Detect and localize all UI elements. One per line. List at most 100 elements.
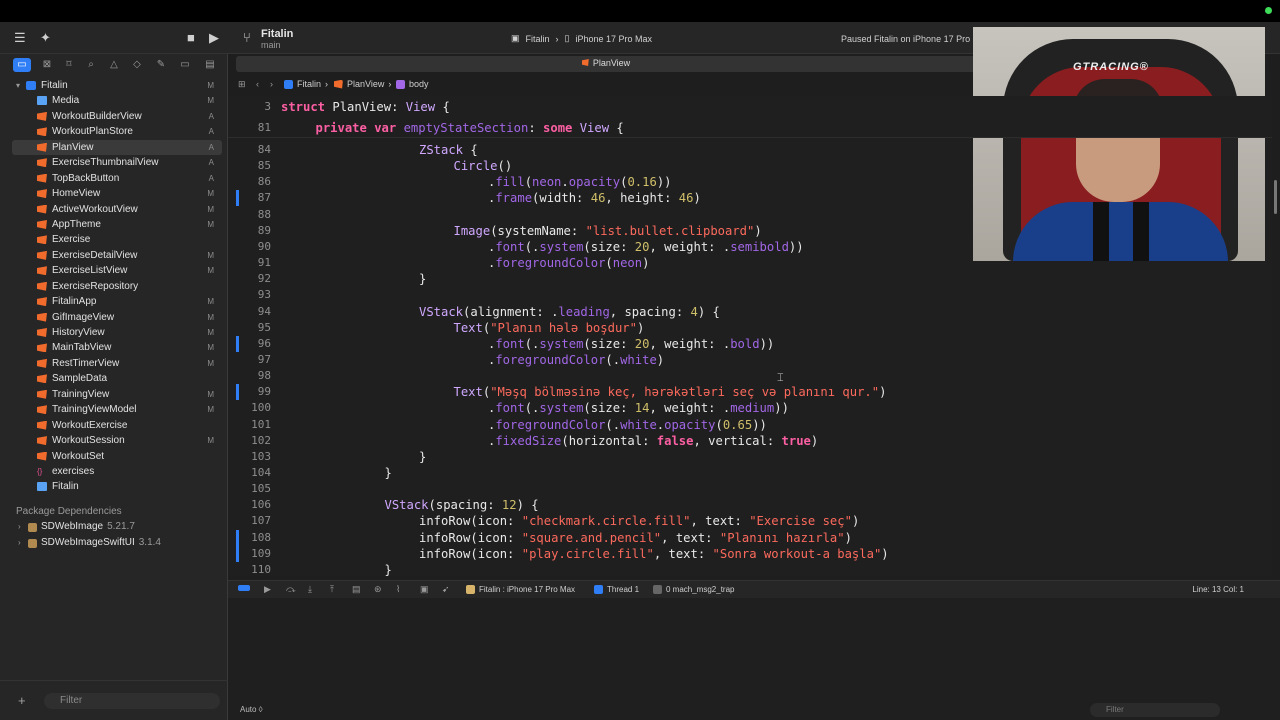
sidebar-item-topbackbutton[interactable]: TopBackButton A	[0, 171, 228, 186]
sidebar-item-trainingviewmodel[interactable]: TrainingViewModel M	[0, 402, 228, 417]
disclosure-icon[interactable]: ▾	[16, 78, 20, 93]
disclosure-icon[interactable]: ›	[18, 538, 21, 547]
code-line[interactable]: 105	[228, 481, 1272, 497]
sidebar-item-sampledata[interactable]: SampleData	[0, 371, 228, 386]
sidebar-item-exercise[interactable]: Exercise	[0, 232, 228, 247]
debug-icon[interactable]: ✎	[154, 58, 168, 72]
status-badge: M	[207, 96, 214, 106]
scheme-target: Fitalin	[525, 33, 550, 44]
debug-frame[interactable]: 0 mach_msg2_trap	[653, 585, 734, 594]
code-line[interactable]: 104}	[228, 465, 1272, 481]
breakpoint-icon[interactable]: ▭	[178, 58, 192, 72]
sidebar-item-workoutbuilderview[interactable]: WorkoutBuilderView A	[0, 109, 228, 124]
memory-graph-icon[interactable]: ⊛	[374, 585, 382, 594]
step-over-icon[interactable]: ⤼	[286, 585, 296, 594]
sidebar-item-maintabview[interactable]: MainTabView M	[0, 340, 228, 355]
environment-icon[interactable]: ⌇	[396, 585, 404, 594]
location-arrow-icon[interactable]: ➹	[442, 585, 450, 594]
step-into-icon[interactable]: ⤓	[308, 585, 316, 594]
sidebar-item-trainingview[interactable]: TrainingView M	[0, 387, 228, 402]
code-line[interactable]: 99 Text("Məşq bölməsinə keç, hərəkətləri …	[228, 384, 1272, 401]
code-line[interactable]: 3 struct PlanView: View {	[228, 99, 1272, 115]
package-item[interactable]: › SDWebImage 5.21.7	[0, 520, 228, 535]
breadcrumb-symbol[interactable]: body	[396, 79, 429, 89]
code-line[interactable]: 110}	[228, 562, 1272, 576]
sidebar-item-resttimerview[interactable]: RestTimerView M	[0, 356, 228, 371]
search-icon[interactable]: ⌕	[84, 58, 98, 72]
folder-icon[interactable]: ▭	[13, 58, 31, 72]
sidebar-item-label: WorkoutBuilderView	[52, 110, 142, 122]
breadcrumb-file[interactable]: PlanView ›	[334, 79, 391, 89]
sidebar-item-homeview[interactable]: HomeView M	[0, 186, 228, 201]
sidebar-item-planview[interactable]: PlanView A	[12, 139, 222, 156]
code-line[interactable]: 106 VStack(spacing: 12) {	[228, 497, 1272, 513]
code-text: Text("Planın hələ boşdur")	[453, 320, 645, 335]
simulate-location-icon[interactable]: ▣	[420, 585, 429, 594]
tree-root[interactable]: ▾ Fitalin M	[0, 78, 228, 93]
code-line[interactable]: 103}	[228, 449, 1272, 465]
sidebar-item-workoutset[interactable]: WorkoutSet	[0, 449, 228, 464]
code-line[interactable]: 94 VStack(alignment: .leading, spacing: 4…	[228, 304, 1272, 320]
debug-target[interactable]: Fitalin : iPhone 17 Pro Max	[466, 585, 575, 594]
forward-icon[interactable]: ›	[270, 79, 273, 89]
sidebar-item-activeworkoutview[interactable]: ActiveWorkoutView M	[0, 202, 228, 217]
sidebar-item-historyview[interactable]: HistoryView M	[0, 325, 228, 340]
code-line[interactable]: 97 .foregroundColor(.white)	[228, 352, 1272, 368]
sidebar-item-apptheme[interactable]: AppTheme M	[0, 217, 228, 232]
sidebar-item-gifimageview[interactable]: GifImageView M	[0, 310, 228, 325]
step-out-icon[interactable]: ⤒	[330, 585, 338, 594]
sidebar-item-exerciselistview[interactable]: ExerciseListView M	[0, 263, 228, 278]
code-line[interactable]: 96 .font(.system(size: 20, weight: .bold)…	[228, 335, 1272, 352]
source-control-icon[interactable]: ⊠	[40, 58, 54, 72]
code-line[interactable]: 107 infoRow(icon: "checkmark.circle.fill"…	[228, 513, 1272, 529]
code-line[interactable]: 108 infoRow(icon: "square.and.pencil", te…	[228, 529, 1272, 546]
add-icon[interactable]: +	[18, 693, 26, 708]
debug-thread[interactable]: Thread 1	[594, 585, 639, 594]
scheme-selector[interactable]: ▣ Fitalin › ▯ iPhone 17 Pro Max	[511, 33, 652, 44]
sidebar-item-fitalinapp[interactable]: FitalinApp M	[0, 294, 228, 309]
run-icon[interactable]: ▶	[209, 30, 219, 46]
breadcrumb-project[interactable]: Fitalin ›	[284, 79, 328, 89]
back-icon[interactable]: ‹	[256, 79, 259, 89]
toggle-console-icon[interactable]	[238, 585, 250, 591]
sidebar-item-exercisedetailview[interactable]: ExerciseDetailView M	[0, 248, 228, 263]
code-line[interactable]: 102 .fixedSize(horizontal: false, vertica…	[228, 433, 1272, 449]
sidebar-item-exercises[interactable]: {} exercises	[0, 464, 228, 479]
navigator-tabs: ▭ ⊠ ⌑ ⌕ △ ◇ ✎ ▭ ▤	[0, 56, 227, 76]
sidebar-item-workoutexercise[interactable]: WorkoutExercise	[0, 418, 228, 433]
editor-scrollbar[interactable]	[1274, 180, 1277, 214]
bookmark-icon[interactable]: ⌑	[62, 58, 76, 72]
code-line[interactable]: 92}	[228, 271, 1272, 287]
sidebar-item-fitalin[interactable]: Fitalin	[0, 479, 228, 494]
sidebar-item-workoutsession[interactable]: WorkoutSession M	[0, 433, 228, 448]
report-icon[interactable]: ▤	[203, 58, 217, 72]
sidebar-item-exercisethumbnailview[interactable]: ExerciseThumbnailView A	[0, 155, 228, 170]
test-icon[interactable]: ◇	[130, 58, 144, 72]
sidebar-item-exerciserepository[interactable]: ExerciseRepository	[0, 279, 228, 294]
sidebar-toggle-icon[interactable]: ☰	[14, 30, 26, 46]
console-filter-input[interactable]: Filter	[1090, 703, 1220, 717]
line-number: 94	[257, 304, 271, 318]
code-line[interactable]: 95 Text("Planın hələ boşdur")	[228, 320, 1272, 336]
code-line[interactable]: 93	[228, 287, 1272, 303]
ai-sparkle-icon[interactable]: ✦	[40, 30, 51, 46]
package-item[interactable]: › SDWebImageSwiftUI 3.1.4	[0, 536, 228, 551]
code-line[interactable]: 81 private var emptyStateSection: some Vi…	[228, 120, 1272, 136]
sidebar-item-label: FitalinApp	[52, 296, 97, 308]
view-debugger-icon[interactable]: ▤	[352, 585, 361, 594]
continue-icon[interactable]: ▶	[264, 585, 272, 594]
swift-file-icon	[37, 111, 47, 121]
navigator-filter-input[interactable]: Filter	[44, 693, 220, 709]
sidebar-item-media[interactable]: Media M	[0, 93, 228, 108]
variables-mode-select[interactable]: Auto ◊	[240, 705, 263, 714]
sidebar-item-workoutplanstore[interactable]: WorkoutPlanStore A	[0, 124, 228, 139]
stop-icon[interactable]: ■	[187, 30, 195, 45]
code-line[interactable]: 98	[228, 368, 1272, 384]
code-line[interactable]: 100 .font(.system(size: 14, weight: .medi…	[228, 400, 1272, 416]
grid-icon[interactable]: ⊞	[238, 79, 246, 90]
code-line[interactable]: 101 .foregroundColor(.white.opacity(0.65)…	[228, 417, 1272, 433]
disclosure-icon[interactable]: ›	[18, 522, 21, 531]
code-line[interactable]: 109 infoRow(icon: "play.circle.fill", tex…	[228, 545, 1272, 562]
warning-icon[interactable]: △	[107, 58, 121, 72]
tab-planview[interactable]: PlanView	[236, 58, 976, 68]
